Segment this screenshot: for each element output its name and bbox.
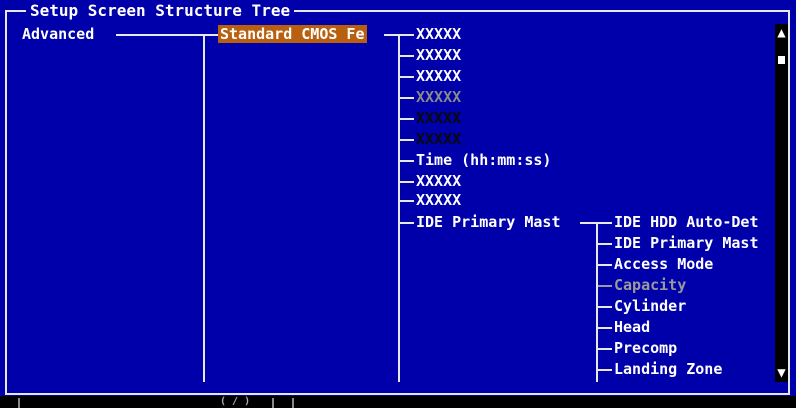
- branch: [400, 200, 414, 202]
- branch: [400, 160, 414, 162]
- tree-item-ide-primary[interactable]: IDE Primary Mast: [416, 213, 561, 231]
- tree-item[interactable]: IDE HDD Auto-Det: [614, 213, 759, 231]
- tree-item[interactable]: XXXXX: [416, 46, 461, 64]
- tree-item[interactable]: Head: [614, 318, 650, 336]
- tree-item[interactable]: XXXXX: [416, 25, 461, 43]
- branch: [598, 285, 612, 287]
- tree-item[interactable]: Capacity: [614, 276, 686, 294]
- scroll-thumb[interactable]: [778, 56, 785, 64]
- branch: [400, 76, 414, 78]
- vline-level1: [203, 34, 205, 382]
- status-text: ( / ): [220, 396, 251, 407]
- branch: [400, 139, 414, 141]
- vline-level2: [398, 34, 400, 382]
- branch: [400, 97, 414, 99]
- tree-node-advanced[interactable]: Advanced: [22, 25, 94, 43]
- status-bar: [0, 396, 796, 408]
- tree-item[interactable]: Time (hh:mm:ss): [416, 151, 551, 169]
- branch: [598, 264, 612, 266]
- window-title: Setup Screen Structure Tree: [26, 2, 295, 20]
- tree-item[interactable]: XXXXX: [416, 67, 461, 85]
- tree-node-standard-cmos[interactable]: Standard CMOS Fe: [218, 25, 367, 43]
- branch: [598, 369, 612, 371]
- status-divider: [18, 398, 20, 408]
- scroll-down-icon[interactable]: ▼: [775, 364, 788, 382]
- branch: [598, 327, 612, 329]
- branch: [598, 222, 612, 224]
- branch: [400, 118, 414, 120]
- vline-level3: [596, 222, 598, 382]
- branch: [400, 181, 414, 183]
- tree-item[interactable]: XXXXX: [416, 191, 461, 209]
- scrollbar[interactable]: ▲ ▼: [775, 24, 788, 382]
- branch: [400, 34, 414, 36]
- tree-item[interactable]: Cylinder: [614, 297, 686, 315]
- branch: [400, 222, 414, 224]
- status-divider: [292, 398, 294, 408]
- branch: [598, 306, 612, 308]
- tree-item[interactable]: XXXXX: [416, 130, 461, 148]
- branch: [400, 55, 414, 57]
- tree-item[interactable]: XXXXX: [416, 172, 461, 190]
- tree-item[interactable]: Landing Zone: [614, 360, 722, 378]
- branch: [598, 348, 612, 350]
- tree-item[interactable]: Precomp: [614, 339, 677, 357]
- tree-item[interactable]: XXXXX: [416, 109, 461, 127]
- status-divider: [272, 398, 274, 408]
- scroll-up-icon[interactable]: ▲: [775, 24, 788, 42]
- tree-item[interactable]: IDE Primary Mast: [614, 234, 759, 252]
- tree-item[interactable]: Access Mode: [614, 255, 713, 273]
- branch: [598, 243, 612, 245]
- tree-item[interactable]: XXXXX: [416, 88, 461, 106]
